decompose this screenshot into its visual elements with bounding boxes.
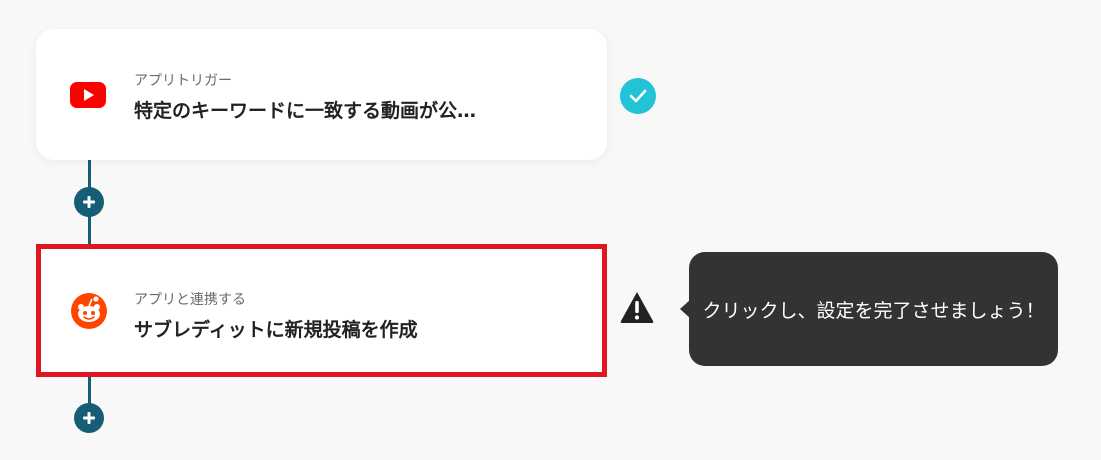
youtube-icon bbox=[70, 77, 106, 113]
add-step-button[interactable] bbox=[74, 187, 104, 217]
action-step-card[interactable]: アプリと連携する サブレディットに新規投稿を作成 bbox=[36, 244, 607, 377]
warning-icon bbox=[619, 290, 655, 328]
trigger-step-subtitle: アプリトリガー bbox=[134, 73, 232, 89]
add-step-button-bottom[interactable] bbox=[74, 403, 104, 433]
action-step-title: サブレディットに新規投稿を作成 bbox=[134, 319, 418, 341]
plus-icon bbox=[82, 195, 96, 209]
setup-tooltip: クリックし、設定を完了させましょう！ bbox=[689, 252, 1058, 366]
tooltip-text: クリックし、設定を完了させましょう！ bbox=[702, 299, 1045, 322]
action-step-subtitle: アプリと連携する bbox=[134, 292, 246, 308]
trigger-step-title: 特定のキーワードに一致する動画が公… bbox=[134, 100, 477, 122]
reddit-icon bbox=[69, 291, 109, 331]
trigger-step-card[interactable]: アプリトリガー 特定のキーワードに一致する動画が公… bbox=[36, 29, 607, 160]
plus-icon bbox=[82, 411, 96, 425]
check-circle-icon bbox=[620, 78, 656, 114]
